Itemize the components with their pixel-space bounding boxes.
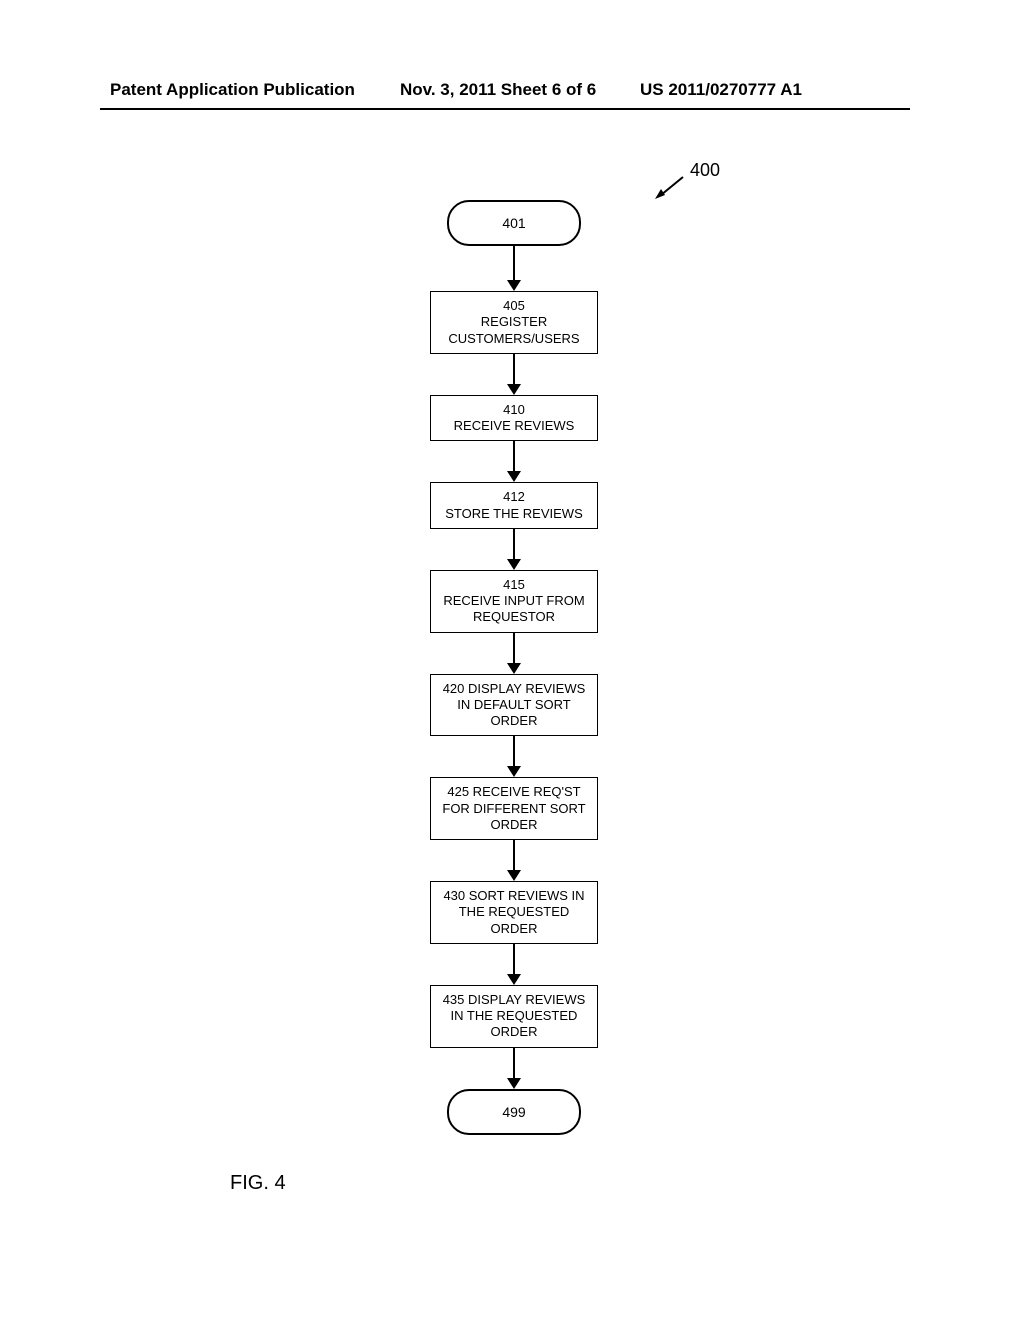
flow-step-435: 435 DISPLAY REVIEWS IN THE REQUESTED ORD…: [430, 985, 598, 1048]
header-sheet: Nov. 3, 2011 Sheet 6 of 6: [400, 80, 596, 100]
header-docnum: US 2011/0270777 A1: [640, 80, 802, 100]
flow-connector: [507, 529, 521, 570]
flow-connector: [507, 840, 521, 881]
flow-start-terminal: 401: [447, 200, 581, 246]
flow-connector: [507, 246, 521, 291]
flowchart-container: 401 405REGISTER CUSTOMERS/USERS 410RECEIVE…: [424, 200, 604, 1135]
figure-label: FIG. 4: [230, 1172, 286, 1195]
flow-step-425: 425 RECEIVE REQ'ST FOR DIFFERENT SORT OR…: [430, 777, 598, 840]
header-divider: [100, 108, 910, 110]
figure-reference-number: 400: [690, 160, 720, 181]
flow-connector: [507, 633, 521, 674]
flow-step-405: 405REGISTER CUSTOMERS/USERS: [430, 291, 598, 354]
header-publication: Patent Application Publication: [110, 80, 355, 100]
flow-connector: [507, 354, 521, 395]
flow-connector: [507, 1048, 521, 1089]
flow-step-415: 415RECEIVE INPUT FROM REQUESTOR: [430, 570, 598, 633]
reference-arrow-icon: [655, 175, 685, 199]
flow-step-430: 430 SORT REVIEWS IN THE REQUESTED ORDER: [430, 881, 598, 944]
flow-end-terminal: 499: [447, 1089, 581, 1135]
flow-step-410: 410RECEIVE REVIEWS: [430, 395, 598, 442]
flow-step-420: 420 DISPLAY REVIEWS IN DEFAULT SORT ORDE…: [430, 674, 598, 737]
flow-connector: [507, 944, 521, 985]
flow-connector: [507, 736, 521, 777]
flow-connector: [507, 441, 521, 482]
flow-step-412: 412STORE THE REVIEWS: [430, 482, 598, 529]
